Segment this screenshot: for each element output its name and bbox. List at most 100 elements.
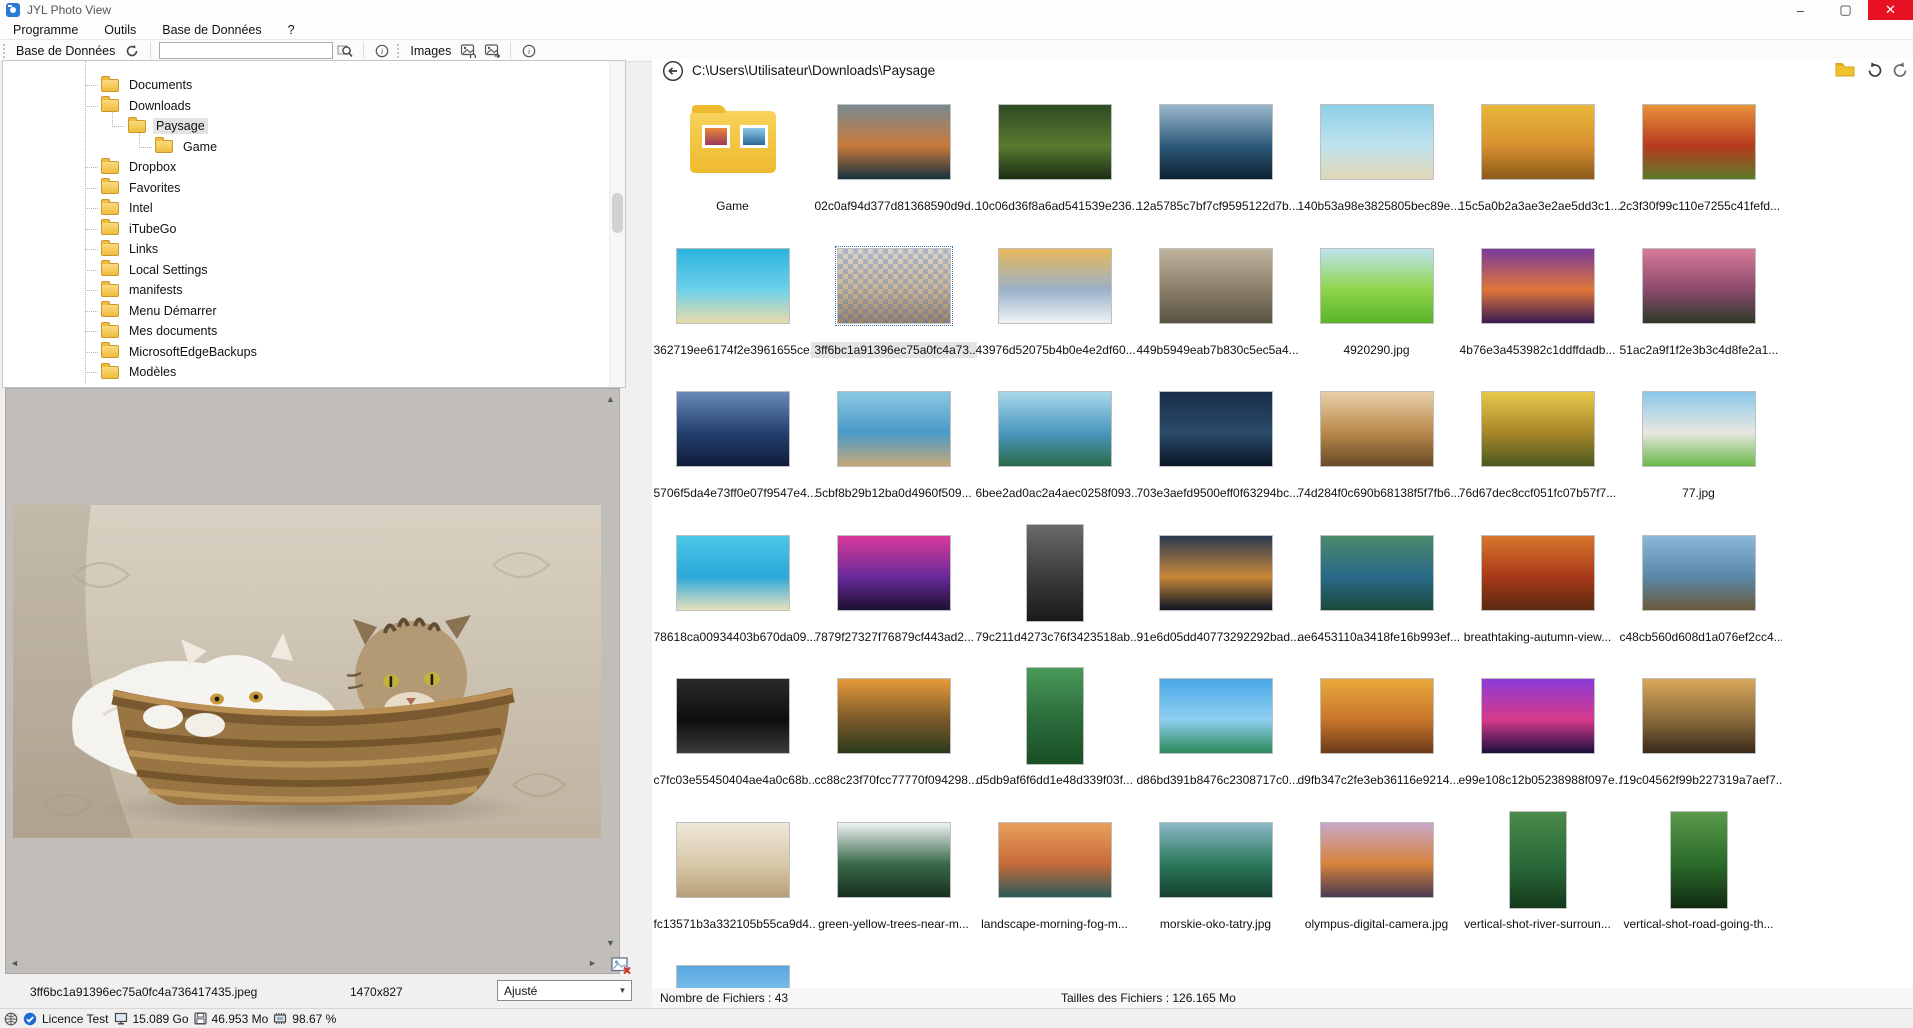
file-thumbnail[interactable]	[677, 536, 789, 610]
file-item[interactable]: 703e3aefd9500eff0f63294bc...	[1135, 377, 1296, 521]
file-item[interactable]: 02c0af94d377d81368590d9d...	[813, 90, 974, 234]
file-thumbnail[interactable]	[1643, 536, 1755, 610]
file-thumbnail[interactable]	[1482, 392, 1594, 466]
file-item[interactable]: 140b53a98e3825805bec89e...	[1296, 90, 1457, 234]
file-thumbnail[interactable]	[677, 249, 789, 323]
file-thumbnail[interactable]	[838, 249, 950, 323]
minimize-button[interactable]: –	[1778, 0, 1823, 20]
file-thumbnail[interactable]	[999, 823, 1111, 897]
file-item[interactable]: 2c3f30f99c110e7255c41fefd...	[1618, 90, 1779, 234]
file-item[interactable]: d5db9af6f6dd1e48d339f03f...	[974, 664, 1135, 808]
refresh-forward-icon[interactable]	[1891, 61, 1910, 84]
file-item[interactable]: 10c06d36f8a6ad541539e236...	[974, 90, 1135, 234]
file-item[interactable]	[652, 951, 813, 988]
tree-node[interactable]: Dropbox	[3, 157, 609, 178]
zoom-mode-select[interactable]: Ajusté ▼	[497, 980, 632, 1001]
file-item[interactable]: 5706f5da4e73ff0e07f9547e4...	[652, 377, 813, 521]
file-item[interactable]: 74d284f0c690b68138f5f7fb6...	[1296, 377, 1457, 521]
file-item[interactable]: 76d67dec8ccf051fc07b57f7...	[1457, 377, 1618, 521]
file-item[interactable]: 12a5785c7bf7cf9595122d7b...	[1135, 90, 1296, 234]
tree-node[interactable]: Local Settings	[3, 260, 609, 281]
preview-scroll-down[interactable]: ▼	[606, 939, 615, 948]
menu-help[interactable]: ?	[275, 23, 308, 37]
file-thumbnail[interactable]	[838, 823, 950, 897]
images-info-icon[interactable]: i	[519, 42, 539, 59]
file-thumbnail[interactable]	[838, 536, 950, 610]
file-item[interactable]: 51ac2a9f1f2e3b3c4d8fe2a1...	[1618, 234, 1779, 378]
file-item[interactable]: 4920290.jpg	[1296, 234, 1457, 378]
file-thumbnail[interactable]	[677, 679, 789, 753]
file-item[interactable]: f19c04562f99b227319a7aef7...	[1618, 664, 1779, 808]
file-thumbnail[interactable]	[1482, 536, 1594, 610]
tree-scrollbar[interactable]	[609, 61, 625, 387]
tree-node[interactable]: Game	[3, 137, 609, 158]
file-thumbnail[interactable]	[999, 249, 1111, 323]
file-thumbnail[interactable]	[1643, 392, 1755, 466]
file-item[interactable]: 6bee2ad0ac2a4aec0258f093...	[974, 377, 1135, 521]
file-item[interactable]: c7fc03e55450404ae4a0c68b...	[652, 664, 813, 808]
file-item[interactable]: 77.jpg	[1618, 377, 1779, 521]
file-thumbnail[interactable]	[1160, 536, 1272, 610]
file-thumbnail[interactable]	[1160, 249, 1272, 323]
tree-scrollbar-thumb[interactable]	[612, 193, 623, 233]
file-item[interactable]: 362719ee6174f2e3961655ce...	[652, 234, 813, 378]
file-thumbnail[interactable]	[1321, 823, 1433, 897]
file-thumbnail[interactable]	[1160, 679, 1272, 753]
close-button[interactable]: ✕	[1868, 0, 1913, 20]
file-item[interactable]: 15c5a0b2a3ae3e2ae5dd3c1...	[1457, 90, 1618, 234]
file-thumbnail[interactable]	[1643, 679, 1755, 753]
file-thumbnail[interactable]	[1321, 536, 1433, 610]
preview-scroll-left[interactable]: ◄	[10, 959, 19, 968]
file-thumbnail[interactable]	[1643, 105, 1755, 179]
file-item[interactable]: c48cb560d608d1a076ef2cc4...	[1618, 521, 1779, 665]
file-thumbnail[interactable]	[1160, 105, 1272, 179]
tree-node[interactable]: manifests	[3, 280, 609, 301]
file-thumbnail[interactable]	[1027, 668, 1083, 764]
file-item[interactable]: 449b5949eab7b830c5ec5a4...	[1135, 234, 1296, 378]
file-item[interactable]: fc13571b3a332105b55ca9d4...	[652, 808, 813, 952]
file-item[interactable]: d9fb347c2fe3eb36116e9214...	[1296, 664, 1457, 808]
tree-node[interactable]: Downloads	[3, 96, 609, 117]
preview-scroll-right[interactable]: ►	[588, 959, 597, 968]
file-item[interactable]: olympus-digital-camera.jpg	[1296, 808, 1457, 952]
preview-scroll-up[interactable]: ▲	[606, 395, 615, 404]
file-thumbnail[interactable]	[1643, 249, 1755, 323]
file-thumbnail[interactable]	[1510, 812, 1566, 908]
tree-node[interactable]: Mes documents	[3, 321, 609, 342]
file-item[interactable]: green-yellow-trees-near-m...	[813, 808, 974, 952]
tree-node[interactable]: MicrosoftEdgeBackups	[3, 342, 609, 363]
file-thumbnail[interactable]	[1321, 679, 1433, 753]
file-thumbnail[interactable]	[677, 966, 789, 988]
back-button[interactable]	[662, 60, 684, 87]
toolbar-grip[interactable]	[397, 44, 403, 58]
file-thumbnail[interactable]	[677, 392, 789, 466]
maximize-button[interactable]: ▢	[1823, 0, 1868, 20]
file-item[interactable]: cc88c23f70fcc77770f094298...	[813, 664, 974, 808]
file-thumbnail[interactable]	[999, 392, 1111, 466]
image-rotate-icon[interactable]	[458, 42, 478, 59]
tree-node[interactable]: Documents	[3, 75, 609, 96]
open-folder-icon[interactable]	[1835, 61, 1855, 83]
file-thumbnail[interactable]	[1482, 679, 1594, 753]
file-thumbnail[interactable]	[1027, 525, 1083, 621]
menu-base-de-donnees[interactable]: Base de Données	[149, 23, 274, 37]
file-item[interactable]: Game	[652, 90, 813, 234]
file-thumbnail[interactable]	[999, 105, 1111, 179]
tree-node[interactable]: Modèles	[3, 362, 609, 383]
file-item[interactable]: morskie-oko-tatry.jpg	[1135, 808, 1296, 952]
tree-node[interactable]: Intel	[3, 198, 609, 219]
file-item[interactable]: e99e108c12b05238988f097e...	[1457, 664, 1618, 808]
menu-programme[interactable]: Programme	[0, 23, 91, 37]
image-export-icon[interactable]	[482, 42, 502, 59]
file-item[interactable]: 43976d52075b4b0e4e2df60...	[974, 234, 1135, 378]
tree-node[interactable]: iTubeGo	[3, 219, 609, 240]
refresh-back-icon[interactable]	[1865, 61, 1884, 84]
file-item[interactable]: breathtaking-autumn-view...	[1457, 521, 1618, 665]
file-item[interactable]: vertical-shot-road-going-th...	[1618, 808, 1779, 952]
db-info-icon[interactable]: i	[372, 42, 392, 59]
file-item[interactable]: 5cbf8b29b12ba0d4960f509...	[813, 377, 974, 521]
file-item[interactable]: landscape-morning-fog-m...	[974, 808, 1135, 952]
file-item[interactable]: vertical-shot-river-surroun...	[1457, 808, 1618, 952]
db-refresh-icon[interactable]	[122, 42, 142, 59]
file-thumbnail[interactable]	[1160, 392, 1272, 466]
